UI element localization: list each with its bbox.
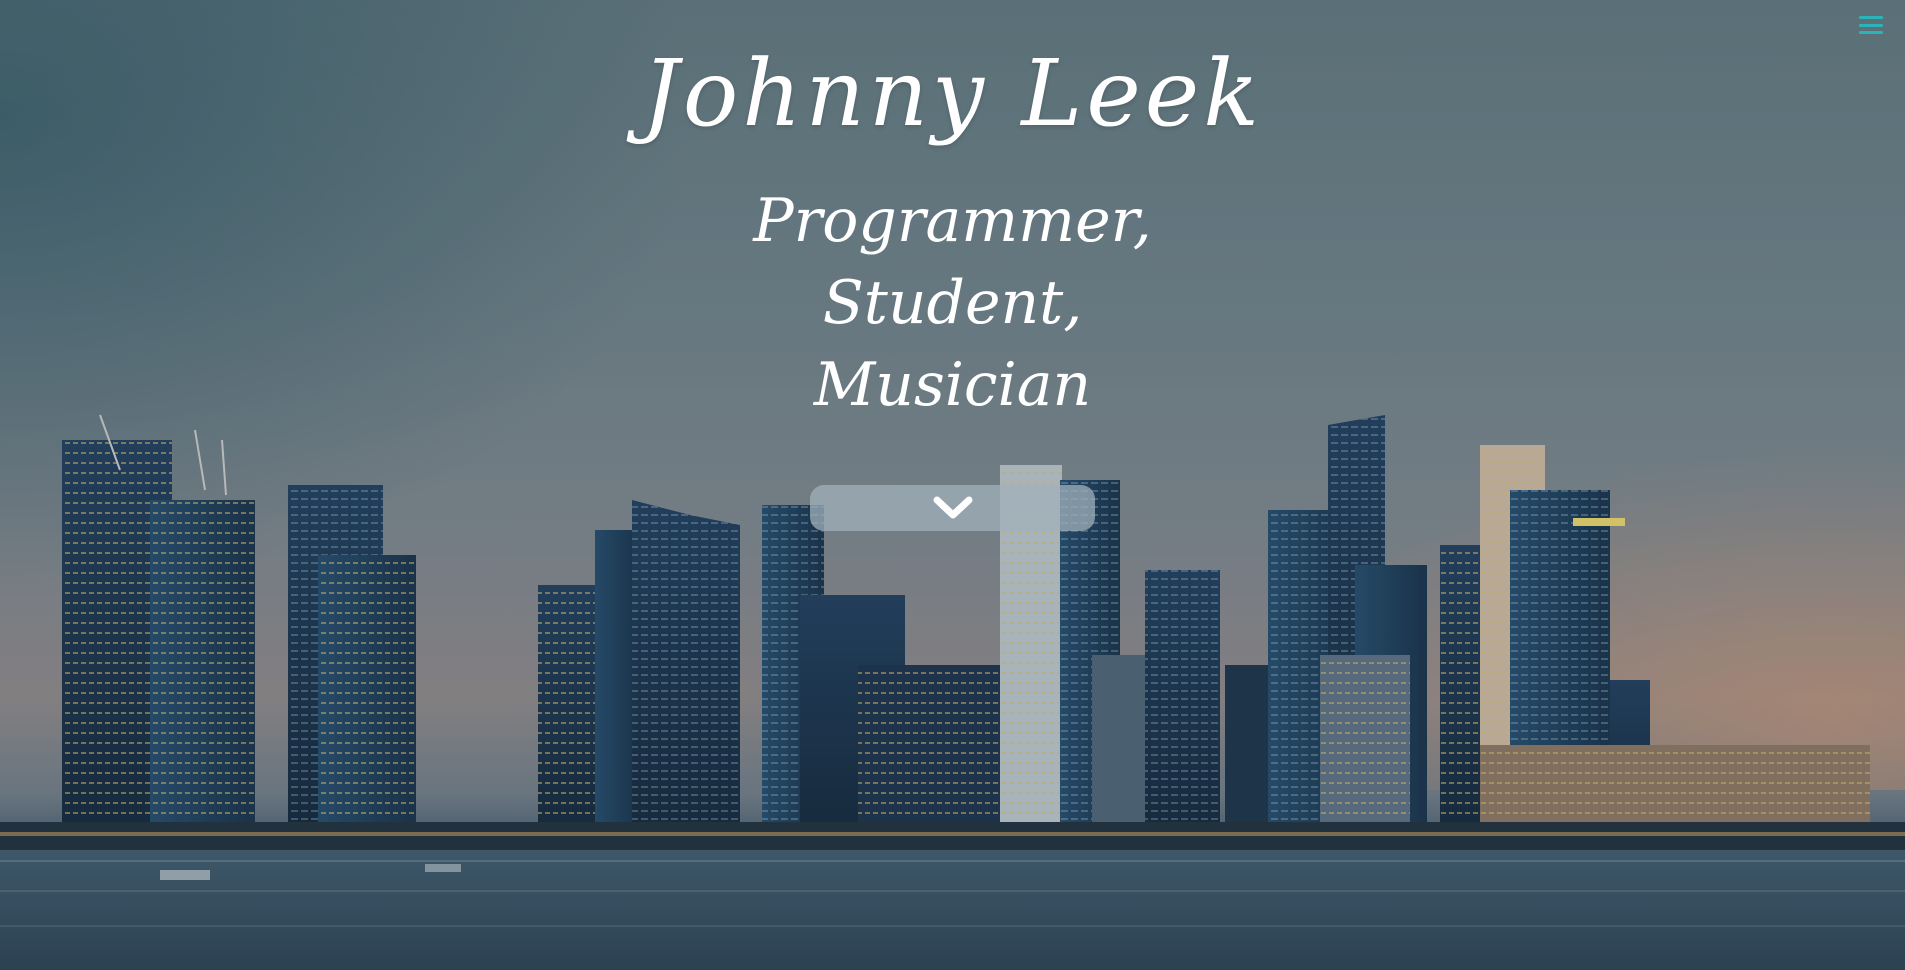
- menu-bar-top: [1859, 16, 1883, 19]
- role-list: Programmer, Student, Musician: [0, 180, 1905, 426]
- menu-bar-bottom: [1859, 31, 1883, 34]
- role-programmer: Programmer,: [753, 186, 1152, 256]
- page-title: Johnny Leek: [642, 40, 1263, 147]
- chevron-down-icon: [933, 496, 972, 519]
- hamburger-menu-icon[interactable]: [1859, 14, 1883, 36]
- role-musician: Musician: [813, 350, 1092, 420]
- scroll-down-button[interactable]: [810, 485, 1095, 531]
- menu-bar-middle: [1859, 23, 1883, 27]
- hero-section: Johnny Leek Programmer, Student, Musicia…: [0, 0, 1905, 970]
- role-student: Student,: [822, 268, 1083, 338]
